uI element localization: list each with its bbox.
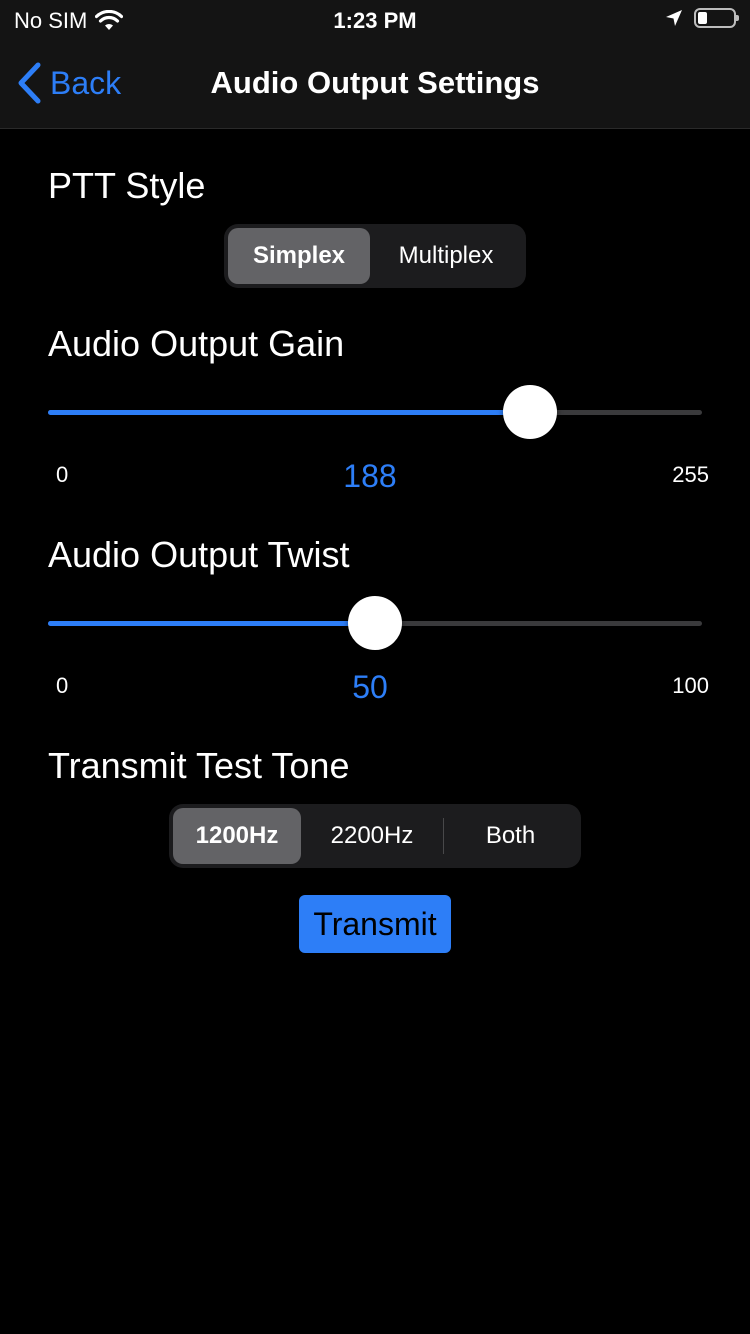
twist-slider-fill: [48, 621, 375, 626]
status-bar: No SIM 1:23 PM: [0, 0, 750, 40]
twist-value: 50: [352, 669, 388, 705]
twist-slider[interactable]: [48, 596, 702, 650]
gain-value: 188: [343, 458, 397, 494]
page-title: Audio Output Settings: [210, 65, 540, 100]
gain-slider[interactable]: [48, 385, 702, 439]
gain-max-label: 255: [672, 462, 709, 487]
gain-slider-thumb[interactable]: [503, 385, 558, 439]
segment-multiplex[interactable]: Multiplex: [370, 228, 522, 284]
test-tone-title: Transmit Test Tone: [48, 745, 350, 786]
segment-1200hz[interactable]: 1200Hz: [173, 808, 301, 864]
navigation-bar: Back Audio Output Settings: [0, 40, 750, 129]
battery-icon: [694, 8, 739, 28]
battery-level: [698, 12, 707, 24]
twist-title: Audio Output Twist: [48, 534, 350, 575]
gain-title: Audio Output Gain: [48, 323, 345, 364]
twist-slider-thumb[interactable]: [348, 596, 402, 650]
segment-simplex[interactable]: Simplex: [228, 228, 370, 284]
ptt-style-segmented-control: Simplex Multiplex: [224, 224, 526, 288]
segment-both[interactable]: Both: [444, 808, 577, 864]
twist-max-label: 100: [672, 673, 709, 698]
ptt-style-title: PTT Style: [48, 165, 206, 206]
status-icons: [664, 8, 739, 28]
location-arrow-icon: [666, 10, 682, 26]
status-time: 1:23 PM: [333, 8, 417, 33]
gain-slider-fill: [48, 410, 531, 415]
transmit-button[interactable]: Transmit: [299, 895, 451, 953]
test-tone-segmented-control: 1200Hz 2200Hz Both: [169, 804, 581, 868]
segment-2200hz[interactable]: 2200Hz: [301, 808, 443, 864]
